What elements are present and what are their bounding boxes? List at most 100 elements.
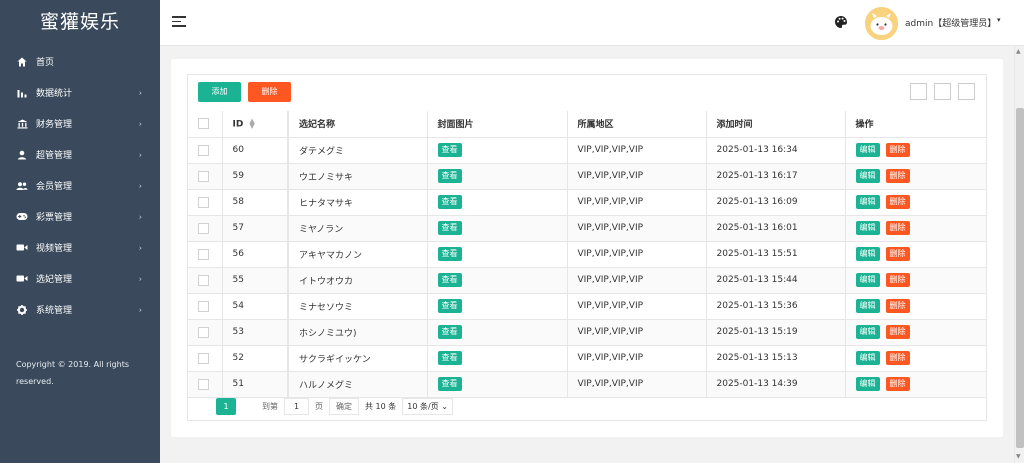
export-tool[interactable] — [934, 83, 951, 100]
sort-icon[interactable]: ▲ ▼ — [249, 117, 254, 129]
scroll-down-icon[interactable]: ▼ — [1016, 453, 1021, 460]
video-icon — [16, 242, 28, 254]
sidebar-item-super-admin[interactable]: 超管管理 › — [0, 139, 160, 170]
edit-button[interactable]: 编辑 — [855, 273, 880, 287]
row-checkbox-cell — [188, 345, 223, 372]
chevron-right-icon: › — [138, 150, 142, 159]
scrollbar-thumb[interactable] — [1016, 108, 1024, 448]
delete-button[interactable]: 删除 — [885, 247, 910, 261]
user-menu-name[interactable]: admin【超级管理员】 — [905, 16, 996, 29]
delete-button[interactable]: 删除 — [885, 351, 910, 365]
delete-button[interactable]: 删除 — [885, 299, 910, 313]
edit-button[interactable]: 编辑 — [855, 221, 880, 235]
table-row: 52 サクラギイッケン 查看 VIP,VIP,VIP,VIP 2025-01-13 15… — [188, 345, 986, 372]
row-checkbox-cell — [188, 293, 223, 320]
sidebar-item-video[interactable]: 视频管理 › — [0, 232, 160, 263]
page-scrollbar[interactable] — [1014, 46, 1024, 463]
sidebar-item-home[interactable]: 首页 — [0, 46, 160, 77]
row-checkbox[interactable] — [198, 300, 209, 312]
delete-button[interactable]: 删除 — [885, 143, 910, 157]
sidebar-item-label: 会员管理 — [36, 182, 73, 192]
sidebar-item-selection[interactable]: 选妃管理 › — [0, 263, 160, 294]
cell-time: 2025-01-13 15:13 — [706, 345, 846, 372]
edit-button[interactable]: 编辑 — [855, 351, 880, 365]
cell-id: 59 — [222, 163, 289, 190]
sidebar-item-finance[interactable]: 财务管理 › — [0, 108, 160, 139]
cell-region: VIP,VIP,VIP,VIP — [567, 241, 707, 268]
sidebar-item-members[interactable]: 会员管理 › — [0, 170, 160, 201]
sidebar-item-statistics[interactable]: 数据统计 › — [0, 77, 160, 108]
avatar[interactable] — [865, 7, 898, 40]
delete-button[interactable]: 删除 — [885, 195, 910, 209]
filter-columns-tool[interactable] — [910, 83, 927, 100]
cell-region: VIP,VIP,VIP,VIP — [567, 293, 707, 320]
add-button[interactable]: 添加 — [198, 82, 241, 102]
page-jump-input[interactable] — [284, 398, 309, 415]
view-button[interactable]: 查看 — [437, 247, 462, 261]
edit-button[interactable]: 编辑 — [855, 377, 880, 391]
view-button[interactable]: 查看 — [437, 325, 462, 339]
table-row: 60 ダテメグミ 查看 VIP,VIP,VIP,VIP 2025-01-13 16:34… — [188, 137, 986, 164]
caret-down-icon[interactable]: ▾ — [997, 16, 1001, 24]
view-button[interactable]: 查看 — [437, 377, 462, 391]
table-row: 56 アキヤマカノン 查看 VIP,VIP,VIP,VIP 2025-01-13 15:… — [188, 241, 986, 268]
row-checkbox[interactable] — [198, 222, 209, 234]
sidebar-item-system[interactable]: 系统管理 › — [0, 294, 160, 325]
edit-button[interactable]: 编辑 — [855, 325, 880, 339]
cell-cover: 查看 — [427, 371, 568, 398]
view-button[interactable]: 查看 — [437, 351, 462, 365]
row-checkbox[interactable] — [198, 170, 209, 182]
content-card: 添加 删除 ID ▲ ▼ 选妃名称 封面图片 所属地区 添加时间 操作 60 ダテメグ… — [171, 59, 1003, 437]
delete-button[interactable]: 删除 — [885, 325, 910, 339]
chevron-right-icon: › — [138, 243, 142, 252]
header-id[interactable]: ID ▲ ▼ — [222, 111, 289, 138]
table-row: 55 イトウオウカ 查看 VIP,VIP,VIP,VIP 2025-01-13 15:4… — [188, 267, 986, 294]
view-button[interactable]: 查看 — [437, 169, 462, 183]
delete-button[interactable]: 删除 — [885, 169, 910, 183]
row-checkbox[interactable] — [198, 352, 209, 364]
menu-toggle-icon[interactable] — [172, 16, 186, 28]
select-all-checkbox[interactable] — [198, 118, 209, 130]
page-size-select[interactable]: 10 条/页 ⌄ — [402, 398, 453, 415]
sidebar-item-label: 财务管理 — [36, 120, 73, 130]
sidebar-item-lottery[interactable]: 彩票管理 › — [0, 201, 160, 232]
cell-actions: 编辑 删除 — [845, 293, 986, 320]
cell-name: ミナセソウミ — [287, 293, 428, 320]
edit-button[interactable]: 编辑 — [855, 299, 880, 313]
cell-cover: 查看 — [427, 293, 568, 320]
scroll-up-icon[interactable]: ▲ — [1016, 48, 1021, 55]
edit-button[interactable]: 编辑 — [855, 143, 880, 157]
table-header-row: ID ▲ ▼ 选妃名称 封面图片 所属地区 添加时间 操作 — [188, 111, 986, 138]
row-checkbox[interactable] — [198, 196, 209, 208]
row-checkbox[interactable] — [198, 378, 209, 390]
table-row: 53 ホシノミユウ) 查看 VIP,VIP,VIP,VIP 2025-01-13 15:… — [188, 319, 986, 346]
pagination: 1 到第 页 确定 共 10 条 10 条/页 ⌄ — [216, 398, 453, 415]
row-checkbox[interactable] — [198, 144, 209, 156]
page-number-current[interactable]: 1 — [216, 398, 236, 415]
row-checkbox-cell — [188, 189, 223, 216]
view-button[interactable]: 查看 — [437, 221, 462, 235]
print-tool[interactable] — [958, 83, 975, 100]
delete-button[interactable]: 删除 — [885, 377, 910, 391]
batch-delete-button[interactable]: 删除 — [248, 82, 291, 102]
cell-actions: 编辑 删除 — [845, 137, 986, 164]
row-checkbox-cell — [188, 319, 223, 346]
sidebar-menu: 首页 数据统计 › 财务管理 › 超管管理 › 会员管理 › 彩票管理 › 视频… — [0, 46, 160, 325]
home-icon — [16, 56, 28, 68]
view-button[interactable]: 查看 — [437, 195, 462, 209]
row-checkbox[interactable] — [198, 248, 209, 260]
delete-button[interactable]: 删除 — [885, 273, 910, 287]
row-checkbox[interactable] — [198, 326, 209, 338]
row-checkbox[interactable] — [198, 274, 209, 286]
bar-chart-icon — [16, 87, 28, 99]
view-button[interactable]: 查看 — [437, 299, 462, 313]
delete-button[interactable]: 删除 — [885, 221, 910, 235]
edit-button[interactable]: 编辑 — [855, 195, 880, 209]
view-button[interactable]: 查看 — [437, 273, 462, 287]
view-button[interactable]: 查看 — [437, 143, 462, 157]
edit-button[interactable]: 编辑 — [855, 169, 880, 183]
confirm-jump-button[interactable]: 确定 — [329, 398, 359, 415]
edit-button[interactable]: 编辑 — [855, 247, 880, 261]
palette-icon[interactable] — [834, 15, 848, 29]
cell-time: 2025-01-13 15:36 — [706, 293, 846, 320]
